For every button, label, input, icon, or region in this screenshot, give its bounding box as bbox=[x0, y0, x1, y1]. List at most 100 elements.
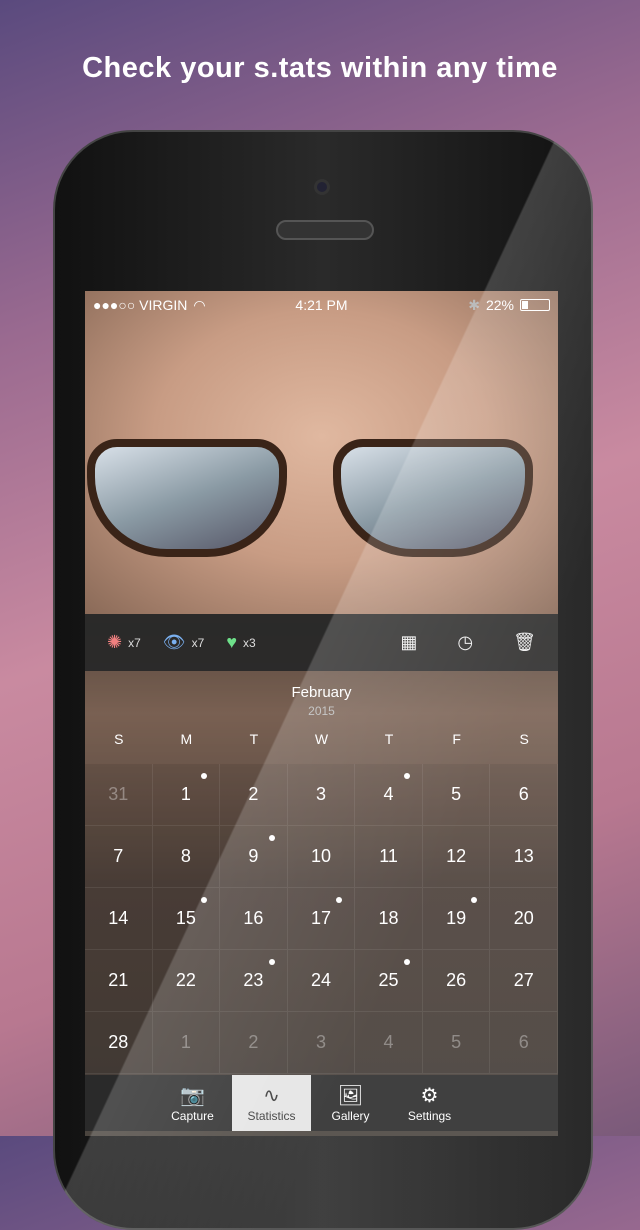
app-screen: ●●●○○ VIRGIN ◠ 4:21 PM ✱ 22% ✺ x7 👁 x7 ♥ x3 … bbox=[85, 291, 558, 1136]
tab-gallery[interactable]: 🖼 Gallery bbox=[311, 1075, 390, 1131]
day-number: 19 bbox=[446, 908, 467, 928]
weekday-header: SMTWTFS bbox=[85, 731, 558, 757]
day-number: 2 bbox=[248, 784, 259, 804]
tab-label: Statistics bbox=[247, 1109, 296, 1123]
trash-icon[interactable]: 🗑 bbox=[513, 632, 536, 653]
day-number: 22 bbox=[175, 970, 196, 990]
calendar-day[interactable]: 21 bbox=[85, 950, 153, 1012]
day-number: 13 bbox=[513, 846, 534, 866]
clock: 4:21 PM bbox=[295, 297, 348, 313]
calendar-day[interactable]: 19 bbox=[422, 888, 491, 950]
stat-views[interactable]: 👁 x7 bbox=[163, 632, 205, 653]
day-number: 6 bbox=[518, 784, 529, 804]
day-number: 8 bbox=[180, 846, 191, 866]
calendar-day[interactable]: 22 bbox=[152, 950, 221, 1012]
calendar-day[interactable]: 14 bbox=[85, 888, 153, 950]
activity-dot bbox=[268, 959, 275, 965]
glasses-left-lens bbox=[87, 439, 287, 557]
glasses-right-lens bbox=[333, 439, 533, 557]
day-number: 1 bbox=[180, 784, 191, 804]
activity-dot bbox=[268, 835, 275, 841]
tab-bar: 📷 Capture ∿ Statistics 🖼 Gallery ⚙ Settings bbox=[85, 1075, 558, 1131]
calendar-day[interactable]: 13 bbox=[490, 826, 558, 888]
day-number: 14 bbox=[108, 908, 129, 928]
activity-dot bbox=[471, 897, 478, 903]
calendar-day[interactable]: 4 bbox=[355, 764, 423, 826]
day-number: 3 bbox=[315, 1032, 326, 1052]
calendar-day[interactable]: 6 bbox=[490, 764, 558, 826]
calendar-day[interactable]: 2 bbox=[220, 764, 288, 826]
calendar-day[interactable]: 17 bbox=[287, 888, 356, 950]
calendar-day[interactable]: 12 bbox=[422, 826, 491, 888]
calendar-day[interactable]: 9 bbox=[220, 826, 288, 888]
weekday-label: S bbox=[114, 731, 124, 747]
tab-settings[interactable]: ⚙ Settings bbox=[390, 1075, 469, 1131]
network-icon: ✺ bbox=[107, 632, 123, 652]
calendar-day[interactable]: 2 bbox=[220, 1012, 288, 1074]
weekday-label: S bbox=[519, 731, 529, 747]
speaker bbox=[276, 220, 374, 240]
stat-network[interactable]: ✺ x7 bbox=[107, 632, 141, 653]
calendar-day[interactable]: 6 bbox=[490, 1012, 558, 1074]
calendar-day[interactable]: 3 bbox=[287, 1012, 356, 1074]
weekday-label: W bbox=[314, 731, 329, 747]
day-number: 24 bbox=[310, 970, 331, 990]
weekday-label: M bbox=[180, 731, 193, 747]
calendar-day[interactable]: 5 bbox=[422, 764, 491, 826]
tab-statistics[interactable]: ∿ Statistics bbox=[232, 1075, 311, 1131]
calendar-day[interactable]: 10 bbox=[287, 826, 356, 888]
image-icon: 🖼 bbox=[337, 1085, 364, 1107]
day-number: 4 bbox=[383, 784, 394, 804]
status-bar: ●●●○○ VIRGIN ◠ 4:21 PM ✱ 22% bbox=[85, 291, 558, 319]
day-number: 20 bbox=[513, 908, 534, 928]
calendar-day[interactable]: 4 bbox=[355, 1012, 423, 1074]
calendar-day[interactable]: 31 bbox=[85, 764, 153, 826]
activity-dot bbox=[201, 897, 208, 903]
tab-capture[interactable]: 📷 Capture bbox=[153, 1075, 232, 1131]
calendar-day[interactable]: 5 bbox=[422, 1012, 491, 1074]
calendar-day[interactable]: 11 bbox=[355, 826, 423, 888]
calendar-day[interactable]: 8 bbox=[152, 826, 221, 888]
stats-toolbar: ✺ x7 👁 x7 ♥ x3 ▦ ◷ 🗑 bbox=[85, 614, 558, 671]
calendar-day[interactable]: 16 bbox=[220, 888, 288, 950]
day-number: 28 bbox=[108, 1032, 129, 1052]
calendar-day[interactable]: 25 bbox=[355, 950, 423, 1012]
front-camera bbox=[314, 179, 330, 195]
calendar-day[interactable]: 24 bbox=[287, 950, 356, 1012]
day-number: 4 bbox=[383, 1032, 394, 1052]
battery-icon bbox=[520, 299, 550, 311]
heartbeat-icon: ♥ bbox=[226, 632, 238, 652]
day-number: 12 bbox=[446, 846, 467, 866]
gears-icon: ⚙ bbox=[420, 1085, 439, 1107]
calendar-day[interactable]: 28 bbox=[85, 1012, 153, 1074]
calendar-day[interactable]: 1 bbox=[152, 1012, 221, 1074]
calendar-day[interactable]: 26 bbox=[422, 950, 491, 1012]
calendar-day[interactable]: 15 bbox=[152, 888, 221, 950]
stat-count: x7 bbox=[191, 635, 205, 650]
calendar: February 2015 SMTWTFS 31 1 2 3 4 5 6 7 8 9 10 11 12 1… bbox=[85, 671, 558, 1075]
calendar-day[interactable]: 20 bbox=[490, 888, 558, 950]
weekday-label: T bbox=[249, 731, 259, 747]
calendar-grid: 31 1 2 3 4 5 6 7 8 9 10 11 12 13 14 15 16 17 18 19 20 21 22 23 2… bbox=[85, 764, 558, 1074]
day-number: 31 bbox=[108, 784, 129, 804]
weekday-label: F bbox=[452, 731, 461, 747]
day-number: 23 bbox=[243, 970, 264, 990]
day-number: 5 bbox=[451, 1032, 462, 1052]
day-number: 5 bbox=[451, 784, 462, 804]
stat-likes[interactable]: ♥ x3 bbox=[226, 632, 255, 653]
calendar-day[interactable]: 3 bbox=[287, 764, 356, 826]
clock-lock-icon[interactable]: ◷ bbox=[457, 632, 473, 653]
calendar-icon[interactable]: ▦ bbox=[400, 632, 417, 653]
activity-dot bbox=[403, 959, 410, 965]
activity-dot bbox=[201, 773, 208, 779]
calendar-day[interactable]: 27 bbox=[490, 950, 558, 1012]
headline: Check your s.tats within any time bbox=[82, 52, 558, 84]
stat-count: x3 bbox=[243, 635, 256, 650]
calendar-day[interactable]: 23 bbox=[220, 950, 288, 1012]
calendar-day[interactable]: 7 bbox=[85, 826, 153, 888]
tab-label: Settings bbox=[407, 1109, 452, 1123]
calendar-day[interactable]: 1 bbox=[152, 764, 221, 826]
activity-dot bbox=[336, 897, 343, 903]
calendar-day[interactable]: 18 bbox=[355, 888, 423, 950]
activity-dot bbox=[403, 773, 410, 779]
